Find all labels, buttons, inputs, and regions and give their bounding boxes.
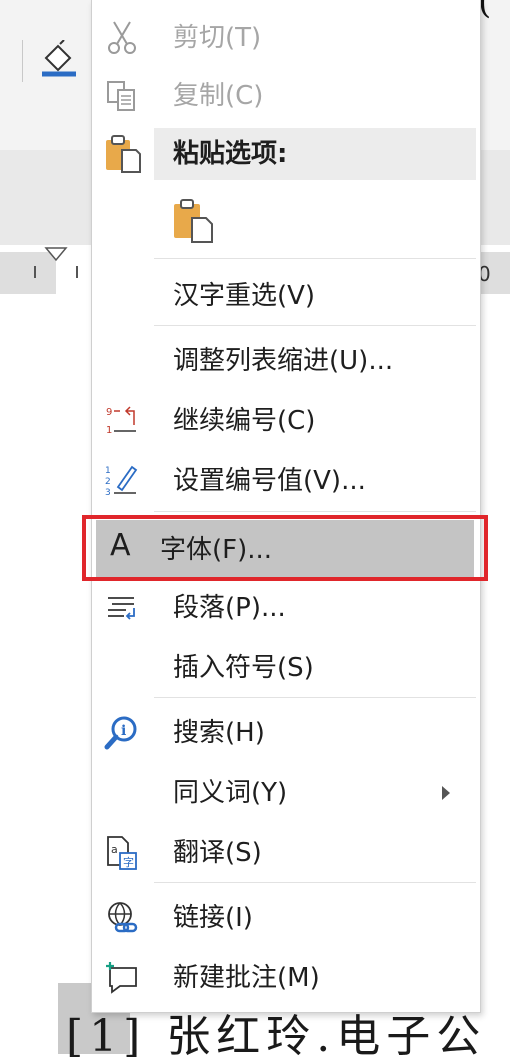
set-numbering-value-icon: 1 2 3 (105, 465, 138, 498)
submenu-arrow-icon (442, 786, 450, 800)
svg-text:3: 3 (105, 488, 111, 498)
new-comment-icon (106, 962, 137, 994)
svg-text:9: 9 (106, 407, 112, 418)
menu-separator (154, 697, 476, 698)
link-globe-icon (108, 902, 138, 933)
menu-item-new-comment[interactable]: 新建批注(M) (92, 950, 480, 1006)
menu-item-translate[interactable]: a 字 翻译(S) (92, 825, 480, 881)
menu-item-label: 翻译(S) (173, 838, 262, 868)
annotation-highlight-box (82, 515, 488, 581)
menu-separator (154, 882, 476, 883)
menu-separator (154, 325, 476, 326)
menu-item-set-numbering-value[interactable]: 1 2 3 设置编号值(V)... (92, 453, 480, 509)
menu-item-label: 插入符号(S) (173, 653, 314, 683)
indent-marker-icon[interactable] (44, 246, 68, 268)
svg-text:1: 1 (105, 466, 111, 476)
menu-item-label: 链接(I) (173, 903, 253, 933)
svg-text:a: a (111, 843, 118, 856)
clipboard-paste-option-icon[interactable] (172, 198, 214, 244)
menu-item-synonyms[interactable]: 同义词(Y) (92, 765, 480, 821)
menu-item-insert-symbol[interactable]: 插入符号(S) (92, 640, 480, 696)
paste-options-label: 粘贴选项: (173, 139, 288, 169)
menu-item-label: 复制(C) (173, 81, 264, 111)
ruler-tick (34, 266, 36, 278)
context-menu: 剪切(T) 复制(C) 粘贴选项: 汉字重选(V) 调整列表缩进(U)... 9… (91, 0, 481, 1013)
menu-item-label: 剪切(T) (173, 23, 262, 53)
ruler-tick (76, 266, 78, 278)
menu-item-label: 搜索(H) (173, 718, 265, 748)
svg-text:i: i (121, 723, 126, 739)
format-painter-icon[interactable] (38, 40, 80, 84)
menu-item-label: 设置编号值(V)... (173, 466, 366, 496)
svg-text:1: 1 (106, 425, 112, 436)
svg-text:字: 字 (123, 855, 134, 869)
paragraph-icon (108, 597, 135, 620)
menu-item-link[interactable]: 链接(I) (92, 890, 480, 946)
menu-item-label: 汉字重选(V) (173, 281, 316, 311)
menu-separator (154, 258, 476, 259)
menu-item-label: 同义词(Y) (173, 778, 288, 808)
continue-numbering-icon: 9 1 (106, 406, 136, 436)
translate-icon: a 字 (107, 836, 137, 870)
menu-item-label: 段落(P)... (173, 593, 286, 623)
menu-item-continue-numbering[interactable]: 9 1 继续编号(C) (92, 393, 480, 449)
paste-options-header: 粘贴选项: (154, 128, 476, 180)
ribbon-separator (22, 40, 23, 82)
menu-item-label: 新建批注(M) (173, 963, 320, 993)
menu-item-search[interactable]: i 搜索(H) (92, 705, 480, 761)
menu-item-paragraph[interactable]: 段落(P)... (92, 580, 480, 636)
svg-text:2: 2 (105, 477, 111, 487)
menu-item-copy[interactable]: 复制(C) (92, 68, 480, 124)
scissors-icon (108, 21, 136, 54)
search-info-icon: i (104, 716, 137, 750)
copy-icon (107, 81, 135, 111)
menu-separator (154, 511, 476, 512)
menu-item-label: 继续编号(C) (173, 406, 316, 436)
menu-item-label: 调整列表缩进(U)... (173, 346, 394, 376)
menu-item-reconvert[interactable]: 汉字重选(V) (92, 268, 480, 324)
menu-item-cut[interactable]: 剪切(T) (92, 10, 480, 66)
clipboard-icon (106, 135, 141, 173)
menu-item-adjust-list-indent[interactable]: 调整列表缩进(U)... (92, 333, 480, 389)
